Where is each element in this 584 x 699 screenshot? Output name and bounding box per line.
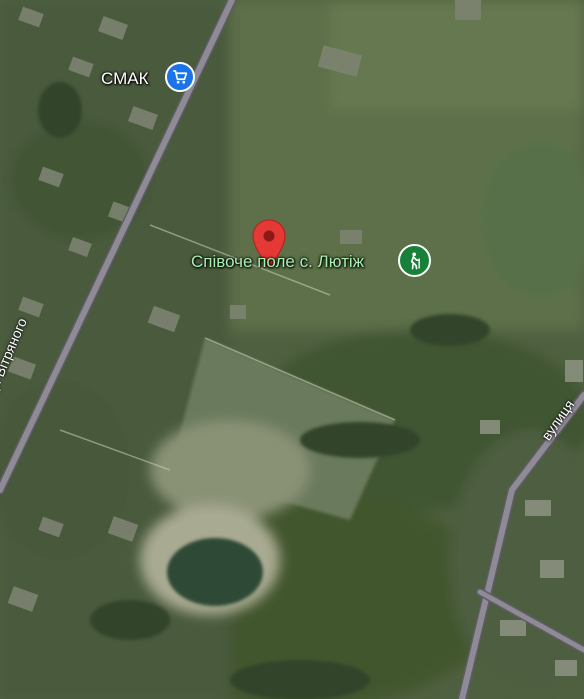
hiking-icon[interactable] bbox=[398, 244, 431, 277]
satellite-imagery bbox=[0, 0, 584, 699]
place-label[interactable]: Співоче поле с. Лютіж bbox=[191, 252, 364, 272]
shopping-cart-icon[interactable] bbox=[165, 62, 195, 92]
shop-label[interactable]: СМАК bbox=[101, 69, 149, 89]
satellite-map[interactable]: СМАК Співоче поле с. Лютіж вулиця Вітрян… bbox=[0, 0, 584, 699]
